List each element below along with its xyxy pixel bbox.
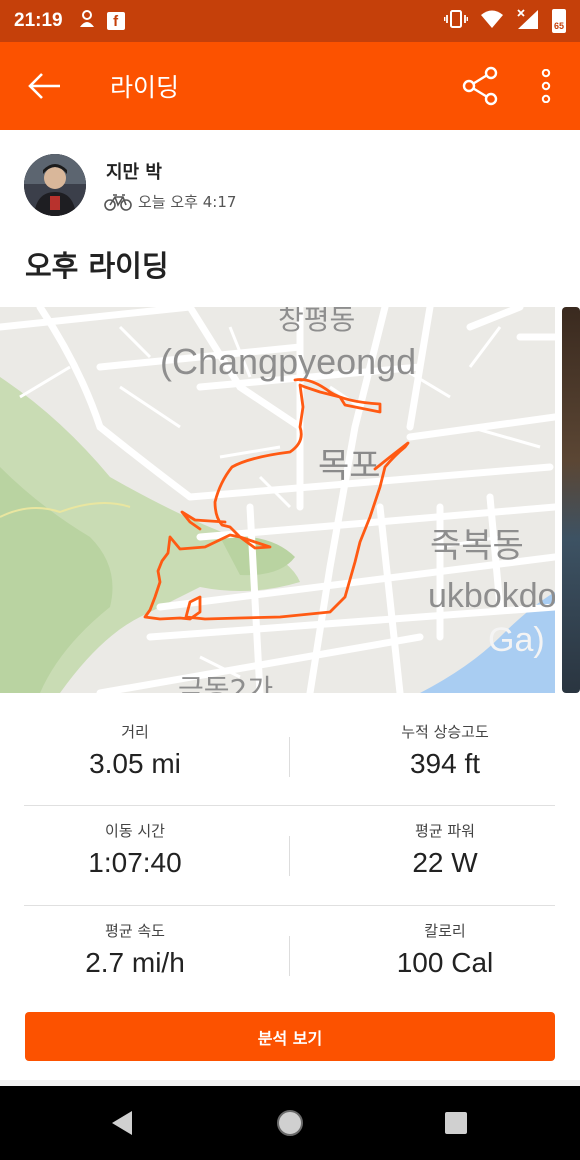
stat-value: 100 Cal: [396, 947, 494, 978]
divider: [24, 805, 555, 806]
stat-avg-power: 평균 파워 22 W: [320, 820, 570, 879]
navigation-bar: [0, 1086, 580, 1160]
map-svg: 창평동 (Changpyeongd 목포 죽복동 ukbokdo Ga) 금동2…: [0, 307, 555, 693]
bike-icon: [104, 193, 132, 211]
stat-label: 평균 속도: [105, 922, 165, 940]
photo-thumbnail[interactable]: [562, 307, 580, 693]
map-label-district-right-suffix: Ga): [488, 621, 545, 659]
page-title: 라이딩: [110, 73, 180, 102]
map-label-district-top-roman: (Changpyeongd: [160, 341, 416, 382]
stat-value: 394 ft: [409, 748, 481, 779]
stat-label: 평균 파워: [415, 822, 475, 840]
stat-label: 칼로리: [424, 922, 466, 940]
stat-label: 거리: [121, 723, 149, 741]
arrow-left-icon: [28, 73, 60, 99]
stat-calories: 칼로리 100 Cal: [320, 920, 570, 979]
share-button[interactable]: [458, 64, 502, 108]
share-icon: [462, 66, 498, 106]
nav-recents-button[interactable]: [436, 1103, 476, 1143]
pokemon-go-icon: [77, 9, 97, 33]
status-bar: 21:19 f 65: [0, 0, 580, 42]
map-label-city: 목포: [318, 446, 381, 486]
status-left-icons: f: [77, 9, 125, 33]
app-bar: 라이딩: [0, 42, 580, 130]
stat-avg-speed: 평균 속도 2.7 mi/h: [10, 920, 260, 979]
vibrate-icon: [443, 9, 469, 33]
signal-icon: [516, 8, 540, 34]
back-button[interactable]: [0, 42, 88, 130]
facebook-icon: f: [106, 12, 125, 30]
stat-value: 2.7 mi/h: [85, 947, 185, 978]
activity-meta: 오늘 오후 4:17: [104, 191, 236, 212]
stat-value: 1:07:40: [88, 847, 182, 878]
map-label-district-right: 죽복동: [430, 526, 524, 566]
avatar[interactable]: [24, 154, 86, 216]
activity-title: 오후 라이딩: [25, 249, 169, 283]
wifi-icon: [480, 9, 504, 33]
stat-moving-time: 이동 시간 1:07:40: [10, 820, 260, 879]
more-vert-icon: [541, 69, 551, 103]
route-map[interactable]: 창평동 (Changpyeongd 목포 죽복동 ukbokdo Ga) 금동2…: [0, 307, 555, 693]
battery-icon: 65: [552, 9, 566, 33]
divider: [24, 905, 555, 906]
activity-time: 오늘 오후 4:17: [138, 193, 237, 211]
map-label-district-right-roman: ukbokdo: [428, 577, 555, 615]
nav-back-button[interactable]: [102, 1103, 142, 1143]
map-label-district-bottom: 금동2가: [178, 673, 273, 693]
divider: [289, 936, 290, 976]
back-triangle-icon: [112, 1111, 132, 1135]
stat-label: 누적 상승고도: [401, 723, 489, 741]
more-options-button[interactable]: [526, 64, 566, 108]
stat-value: 22 W: [412, 847, 478, 878]
status-right-icons: 65: [443, 8, 566, 34]
divider: [289, 737, 290, 777]
view-analysis-button[interactable]: 분석 보기: [25, 1012, 555, 1061]
athlete-name[interactable]: 지만 박: [106, 158, 162, 184]
activity-screen: 21:19 f 65 라이딩 지만 박 오늘 오후 4:17 오후 라이딩 창평…: [0, 0, 580, 1160]
nav-home-button[interactable]: [270, 1103, 310, 1143]
stat-value: 3.05 mi: [89, 748, 181, 779]
stat-label: 이동 시간: [105, 822, 165, 840]
home-circle-icon: [277, 1110, 303, 1136]
map-label-district-top: 창평동: [278, 307, 355, 336]
divider: [289, 836, 290, 876]
stat-distance: 거리 3.05 mi: [10, 721, 260, 780]
recents-square-icon: [445, 1112, 467, 1134]
stat-elevation: 누적 상승고도 394 ft: [320, 721, 570, 780]
status-time: 21:19: [14, 10, 63, 31]
